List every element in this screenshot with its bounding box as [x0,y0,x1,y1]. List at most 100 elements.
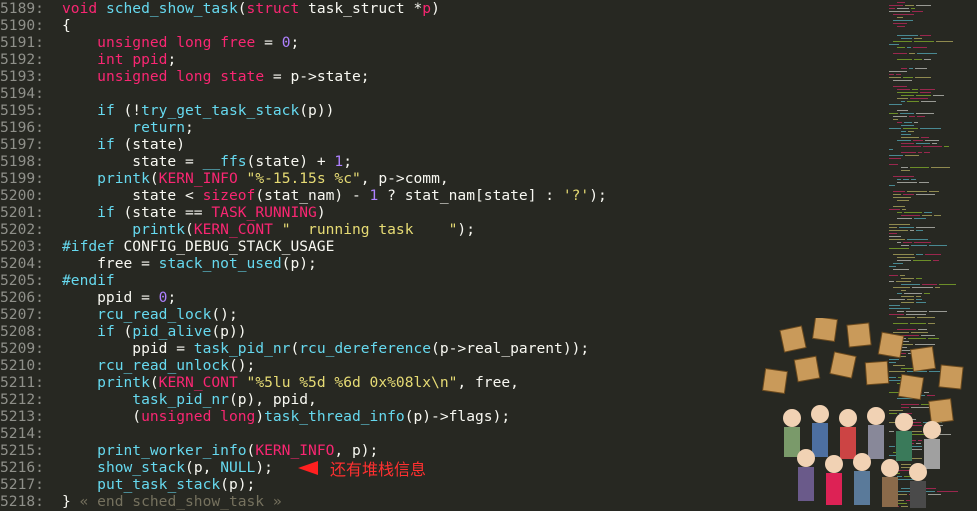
minimap-line [893,41,912,42]
code-token: (! [114,102,142,119]
minimap-line [889,281,894,282]
minimap-line [921,137,929,138]
code-token: "%5lu %5d %6d 0x%08lx\n" [246,374,458,391]
minimap-line [910,167,929,168]
code-text: show_stack(p, NULL); [62,459,273,476]
code-token: ( [290,340,300,357]
minimap-line [901,68,907,69]
minimap-line [931,167,950,168]
minimap-line [889,74,894,75]
code-token: '?' [562,187,590,204]
minimap-line [917,53,937,54]
minimap-line [893,287,910,288]
minimap-line [901,125,914,126]
code-token: " running task " [281,221,458,238]
line-number: 5194: [0,85,44,102]
minimap-line [914,59,922,60]
code-text: task_pid_nr(p), ppid, [62,391,317,408]
code-token: } [62,493,80,510]
code-token: task_pid_nr [193,340,291,357]
minimap-line [897,35,918,36]
code-token: __ffs [202,153,247,170]
line-number: 5198: [0,153,44,170]
code-text: ppid = 0; [62,289,176,306]
minimap-line [901,152,916,153]
minimap-line [901,284,920,285]
minimap-line [903,242,912,243]
minimap-line [906,311,927,312]
code-editor[interactable]: 5189: void sched_show_task(struct task_st… [0,0,885,511]
minimap-line [893,191,905,192]
line-number: 5204: [0,255,44,272]
minimap-line [893,80,912,81]
minimap-line [893,206,905,207]
minimap-line [897,59,912,60]
line-number: 5209: [0,340,44,357]
line-number: 5212: [0,391,44,408]
code-token: task_thread_info [264,408,405,425]
code-token: NULL [220,459,256,476]
minimap-line [901,137,919,138]
code-token: = p->state; [264,68,370,85]
code-token: ( [62,408,142,425]
code-token: free [220,34,256,51]
code-token: state [220,68,265,85]
minimap-line [911,179,916,180]
code-token: (p); [281,255,317,272]
code-token: (p)) [211,323,247,340]
minimap-line [889,44,899,45]
code-token: state < [62,187,203,204]
code-text: if (state == TASK_RUNNING) [62,204,325,221]
line-number: 5218: [0,493,44,510]
minimap-line [914,41,934,42]
minimap-line [889,104,902,105]
minimap-line [900,113,914,114]
line-number: 5206: [0,289,44,306]
minimap-line [914,242,931,243]
minimap-line [918,152,922,153]
minimap-line [916,5,931,6]
minimap-line [897,17,903,18]
minimap-line [920,35,931,36]
minimap-line [889,128,901,129]
minimap-line [901,170,910,171]
code-token: state = [62,153,203,170]
minimap-line [924,152,930,153]
minimap-line [924,59,931,60]
code-token: if [97,204,115,221]
minimap-line [925,140,939,141]
code-token: ( [237,0,247,17]
minimap-line [900,275,905,276]
minimap-line [909,53,915,54]
minimap-line [912,89,918,90]
line-number: 5202: [0,221,44,238]
minimap-line [909,116,915,117]
minimap-line [915,77,931,78]
code-text: } « end sched_show_task » [62,493,282,510]
code-token: task_struct * [299,0,423,17]
code-token: KERN_CONT [158,374,238,391]
code-text: rcu_read_lock(); [62,306,238,323]
code-token: ppid = [62,289,159,306]
code-token: (state == [114,204,212,221]
minimap-line [915,68,927,69]
code-text: int ppid; [62,51,176,68]
minimap-line [897,200,909,201]
code-token: printk [97,170,150,187]
code-text: #endif [62,272,115,289]
minimap-line [916,230,923,231]
minimap-line [916,254,923,255]
minimap-line [889,299,905,300]
minimap-line [889,113,898,114]
code-text: #ifdef CONFIG_DEBUG_STACK_USAGE [62,238,334,255]
minimap-line [919,182,929,183]
minimap-line [916,296,921,297]
minimap-line [889,149,893,150]
code-token: struct [246,0,300,17]
code-token: #ifdef [62,238,115,255]
